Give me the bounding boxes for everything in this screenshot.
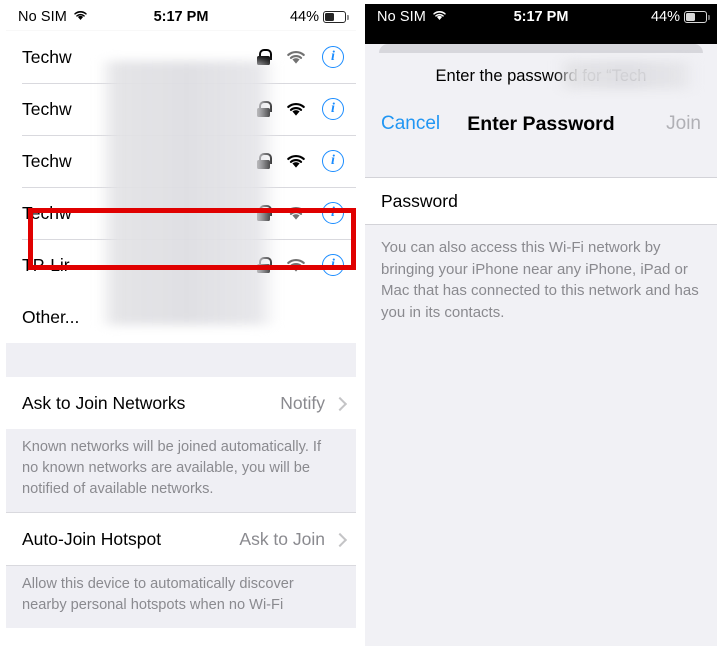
auto-join-hotspot-row[interactable]: Auto-Join Hotspot Ask to Join xyxy=(6,513,356,565)
wifi-network-name: Techw xyxy=(22,98,72,119)
auto-join-hotspot-label: Auto-Join Hotspot xyxy=(22,528,162,549)
chevron-right-icon xyxy=(335,532,344,547)
left-phone-panel: No SIM 5:17 PM 44% Techw i Techw i Techw… xyxy=(0,0,360,650)
ask-to-join-networks-row[interactable]: Ask to Join Networks Notify xyxy=(6,377,356,429)
lock-icon xyxy=(257,205,272,221)
info-circle-icon[interactable]: i xyxy=(322,254,344,276)
lock-icon xyxy=(257,153,272,169)
other-network-row[interactable]: Other... xyxy=(6,291,356,343)
dialog-prompt: Enter the password for “Tech xyxy=(365,53,717,99)
status-battery-group: 44% xyxy=(650,9,710,25)
ask-to-join-footnote: Known networks will be joined automatica… xyxy=(6,429,356,512)
battery-icon xyxy=(684,11,710,23)
wifi-row-icons: i xyxy=(257,46,344,68)
chevron-right-icon xyxy=(335,396,344,411)
wifi-icon xyxy=(432,9,447,25)
auto-join-hotspot-footnote: Allow this device to automatically disco… xyxy=(6,566,356,628)
left-screen: No SIM 5:17 PM 44% Techw i Techw i Techw… xyxy=(6,4,356,646)
wifi-row-icons: i xyxy=(257,150,344,172)
wifi-network-row[interactable]: Techw i xyxy=(6,31,356,83)
wifi-row-icons: i xyxy=(257,98,344,120)
wifi-network-name: Techw xyxy=(22,202,72,223)
auto-join-hotspot-group: Auto-Join Hotspot Ask to Join xyxy=(6,512,356,566)
status-battery-group: 44% xyxy=(289,9,349,25)
wifi-scroll-area[interactable]: Techw iTechw iTechw iTechw iTP-Lir i xyxy=(6,31,356,628)
info-circle-icon[interactable]: i xyxy=(322,150,344,172)
password-field-row[interactable]: Password xyxy=(365,177,717,225)
wifi-network-row[interactable]: Techw i xyxy=(6,135,356,187)
password-dialog: Enter the password for “Tech Cancel Ente… xyxy=(365,53,717,323)
lock-icon xyxy=(257,101,272,117)
battery-icon xyxy=(323,11,349,23)
carrier-label: No SIM xyxy=(18,9,67,25)
dialog-empty-area xyxy=(365,323,717,646)
info-circle-icon[interactable]: i xyxy=(322,98,344,120)
status-carrier-group: No SIM xyxy=(377,9,447,25)
wifi-icon xyxy=(286,154,306,169)
join-button[interactable]: Join xyxy=(666,113,701,135)
auto-join-hotspot-value: Ask to Join xyxy=(239,528,325,549)
wifi-network-row[interactable]: Techw i xyxy=(6,83,356,135)
screenshot-stage: No SIM 5:17 PM 44% Techw i Techw i Techw… xyxy=(0,0,720,650)
lock-icon xyxy=(257,49,272,65)
info-circle-icon[interactable]: i xyxy=(322,46,344,68)
other-network-label: Other... xyxy=(22,306,80,327)
battery-percent-label: 44% xyxy=(289,9,319,25)
sheet-backdrop xyxy=(365,30,717,44)
password-help-note: You can also access this Wi-Fi network b… xyxy=(365,225,717,323)
wifi-network-row[interactable]: Techw i xyxy=(6,187,356,239)
group-spacer xyxy=(6,343,356,377)
ask-to-join-group: Ask to Join Networks Notify xyxy=(6,377,356,429)
wifi-icon xyxy=(286,102,306,117)
wifi-icon xyxy=(73,9,88,25)
ask-to-join-label: Ask to Join Networks xyxy=(22,392,186,413)
ask-to-join-value-group: Notify xyxy=(280,393,344,414)
dialog-prompt-text: Enter the password for “Tech xyxy=(435,66,647,85)
wifi-row-icons: i xyxy=(257,254,344,276)
left-status-bar: No SIM 5:17 PM 44% xyxy=(6,4,356,30)
wifi-network-name: Techw xyxy=(22,46,72,67)
dialog-spacer xyxy=(365,149,717,177)
available-networks-group: Techw iTechw iTechw iTechw iTP-Lir i xyxy=(6,31,356,343)
cancel-button[interactable]: Cancel xyxy=(381,113,440,135)
password-label: Password xyxy=(381,190,458,211)
wifi-network-row[interactable]: TP-Lir i xyxy=(6,239,356,291)
right-screen: No SIM 5:17 PM 44% Enter the password fo… xyxy=(365,4,717,646)
wifi-network-name: TP-Lir xyxy=(22,254,70,275)
lock-icon xyxy=(257,257,272,273)
wifi-row-icons: i xyxy=(257,202,344,224)
info-circle-icon[interactable]: i xyxy=(322,202,344,224)
wifi-icon xyxy=(286,50,306,65)
carrier-label: No SIM xyxy=(377,9,426,25)
auto-join-hotspot-value-group: Ask to Join xyxy=(239,529,344,550)
status-carrier-group: No SIM xyxy=(18,9,88,25)
wifi-network-name: Techw xyxy=(22,150,72,171)
dialog-toolbar: Cancel Enter Password Join xyxy=(365,99,717,149)
battery-percent-label: 44% xyxy=(650,9,680,25)
ask-to-join-value: Notify xyxy=(280,392,325,413)
right-phone-panel: No SIM 5:17 PM 44% Enter the password fo… xyxy=(360,0,720,650)
wifi-icon xyxy=(286,258,306,273)
sheet-peek-card xyxy=(379,44,703,53)
wifi-icon xyxy=(286,206,306,221)
right-status-bar: No SIM 5:17 PM 44% xyxy=(365,4,717,30)
